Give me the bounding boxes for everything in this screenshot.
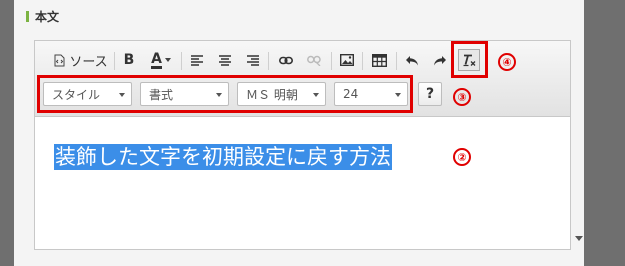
chevron-down-icon [119,93,125,97]
align-center-button[interactable] [216,50,234,70]
unlink-button[interactable] [304,50,324,70]
font-dropdown-label: ＭＳ 明朝 [246,87,298,102]
style-dropdown[interactable]: スタイル [43,82,132,106]
align-center-icon [219,54,231,66]
toolbar-separator [268,52,269,70]
section-header: 本文 [26,6,59,26]
align-right-button[interactable] [244,50,262,70]
redo-icon [433,55,447,66]
chevron-down-icon [313,93,319,97]
table-button[interactable] [368,50,390,70]
align-right-icon [247,54,259,66]
source-button[interactable]: ソース [52,50,110,70]
redo-button[interactable] [430,50,450,70]
source-label: ソース [69,54,108,70]
table-icon [371,53,387,67]
toolbar-separator [362,52,363,70]
link-icon [279,56,293,65]
toolbar-separator [114,52,115,70]
format-dropdown-label: 書式 [149,87,174,102]
section-title: 本文 [35,9,60,24]
font-size-dropdown-label: 24 [343,87,359,101]
help-button[interactable]: ? [418,82,442,106]
image-icon [340,54,354,66]
chevron-down-icon [216,93,222,97]
vertical-scrollbar[interactable] [571,0,584,266]
callout-number-4: ④ [498,53,516,71]
source-icon [54,54,65,67]
toolbar-separator [396,52,397,70]
style-dropdown-label: スタイル [52,87,101,102]
text-color-button[interactable]: A [148,50,174,70]
toolbar-separator [181,52,182,70]
remove-format-button[interactable] [458,49,480,71]
link-button[interactable] [276,50,296,70]
chevron-down-icon [164,58,171,62]
selected-content-text[interactable]: 装飾した文字を初期設定に戻す方法 [54,144,392,170]
undo-button[interactable] [402,50,422,70]
callout-number-3: ③ [453,88,471,106]
align-left-icon [191,54,203,66]
unlink-icon [307,55,321,66]
align-left-button[interactable] [188,50,206,70]
remove-format-icon [462,54,477,67]
format-dropdown[interactable]: 書式 [140,82,229,106]
scroll-down-icon[interactable] [575,236,583,241]
bold-button[interactable]: B [121,50,137,70]
font-size-dropdown[interactable]: 24 [334,82,408,106]
bold-icon: B [123,52,135,68]
font-dropdown[interactable]: ＭＳ 明朝 [237,82,326,106]
image-button[interactable] [337,50,357,70]
text-color-icon: A [151,50,162,69]
help-icon: ? [425,86,435,102]
section-marker [26,10,29,22]
chevron-down-icon [395,93,401,97]
callout-number-2: ② [453,148,471,166]
toolbar-separator [331,52,332,70]
undo-icon [405,55,419,66]
